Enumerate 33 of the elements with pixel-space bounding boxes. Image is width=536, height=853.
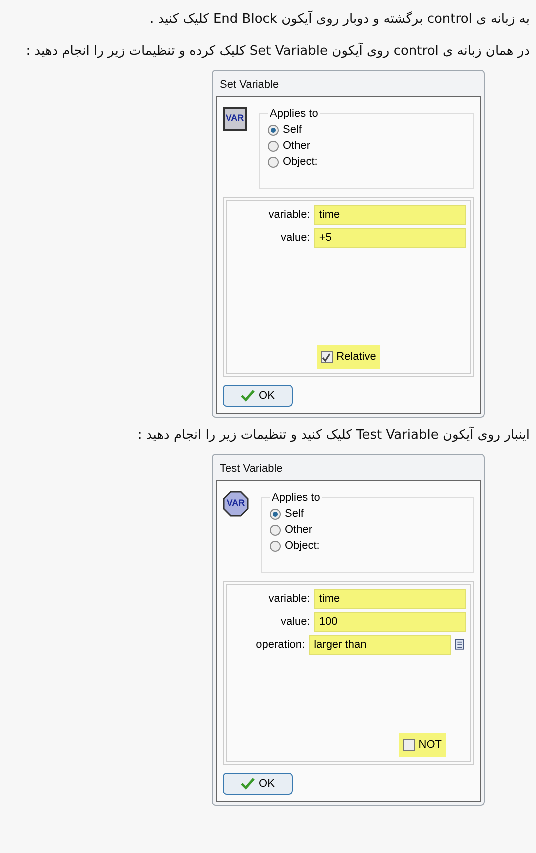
field-label: value:	[280, 230, 310, 246]
instruction-text: در همان زبانه ی control روی آیکون Set Variable کلیک کرده و تنظیمات زیر را انجام دهید :	[25, 42, 531, 61]
radio-option[interactable]: Self	[270, 506, 465, 522]
radio-option[interactable]: Other	[268, 138, 465, 154]
field-label: variable:	[268, 592, 310, 607]
window-title: Set Variable	[220, 78, 280, 93]
field-label: operation:	[255, 638, 306, 653]
checkmark-icon	[241, 390, 256, 402]
ok-button[interactable]: OK	[223, 773, 293, 795]
checkmark-icon	[322, 352, 332, 362]
window-title: Test Variable	[220, 462, 283, 477]
var-icon: VAR	[223, 107, 247, 131]
group-label: Applies to	[268, 106, 320, 122]
radio-option[interactable]: Object:	[270, 538, 465, 554]
radio-option[interactable]: Other	[270, 522, 465, 538]
ok-button[interactable]: OK	[223, 385, 293, 407]
field-label: value:	[280, 614, 310, 630]
checkmark-icon	[241, 778, 256, 790]
field-label: variable:	[268, 208, 310, 223]
instruction-text: اینبار روی آیکون Test Variable کلیک کنید و تنظیمات زیر را انجام دهید :	[136, 426, 531, 445]
radio-option[interactable]: Object:	[268, 154, 465, 170]
instruction-text: به زبانه ی control برگشته و دوبار روی آیکون End Block کلیک کنید .	[149, 10, 531, 29]
input-field[interactable]: 100	[314, 612, 466, 632]
input-field[interactable]: larger than	[309, 635, 452, 655]
checkbox-option[interactable]: NOT	[398, 733, 446, 757]
var-icon: VAR	[223, 491, 249, 517]
input-field[interactable]: time	[314, 205, 466, 225]
group-label: Applies to	[270, 490, 322, 506]
list-icon[interactable]	[455, 638, 466, 652]
radio-option[interactable]: Self	[268, 122, 465, 138]
input-field[interactable]: +5	[314, 228, 466, 248]
checkbox-option[interactable]: Relative	[316, 345, 380, 369]
input-field[interactable]: time	[314, 589, 466, 609]
